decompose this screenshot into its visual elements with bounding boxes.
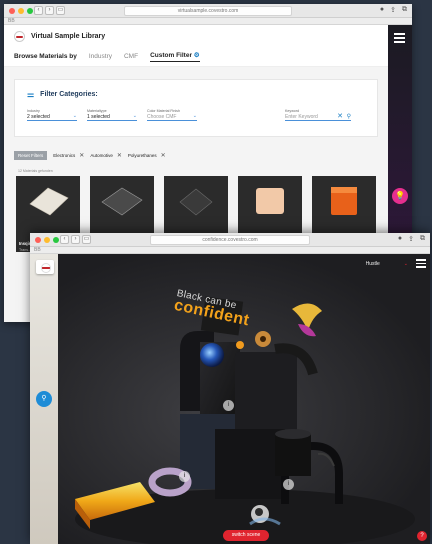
tab-custom-filter[interactable]: Custom Filter ⚙	[150, 51, 200, 62]
info-hotspot[interactable]: i	[223, 400, 234, 411]
share-icon[interactable]: ⇪	[408, 235, 414, 243]
address-bar[interactable]: confidence.covestro.com	[150, 235, 310, 245]
tab-industry[interactable]: Industry	[89, 53, 112, 60]
tab-custom-filter-label: Custom Filter	[150, 52, 192, 59]
back-icon[interactable]: ‹	[34, 6, 43, 15]
cmf-select[interactable]: Color Material Finish Choose CMF ⌄	[147, 109, 197, 121]
search-icon[interactable]: ⚲	[36, 391, 52, 407]
chip-polyurethanes[interactable]: Polyurethanes ✕	[128, 152, 166, 159]
info-hotspot[interactable]: i	[179, 471, 190, 482]
minimize-icon[interactable]	[44, 237, 50, 243]
chevron-down-icon[interactable]: ⌄	[404, 261, 408, 267]
close-icon[interactable]	[35, 237, 41, 243]
window-controls	[35, 237, 59, 243]
close-icon[interactable]	[9, 8, 15, 14]
window-controls	[9, 8, 33, 14]
search-icon[interactable]: ⚲	[347, 113, 351, 120]
info-hotspot[interactable]: i	[283, 479, 294, 490]
scene-objects	[75, 296, 415, 544]
bookmarks-bar: BB	[4, 18, 412, 25]
material-swatch	[101, 187, 143, 216]
cmf-select-value: Choose CMF	[147, 114, 177, 120]
tab-cmf[interactable]: CMF	[124, 53, 138, 60]
nav-item-hustle[interactable]: Hustle	[366, 261, 380, 267]
maximize-icon[interactable]	[27, 8, 33, 14]
forward-icon[interactable]: ›	[45, 6, 54, 15]
chip-electronics[interactable]: Electronics ✕	[53, 152, 84, 159]
browse-by-label: Browse Materials by	[14, 53, 77, 60]
chip-label: Polyurethanes	[127, 153, 157, 158]
keyword-field[interactable]: Keyword Enter Keyword ✕ ⚲	[285, 109, 351, 121]
material-swatch	[256, 188, 284, 214]
active-filters: Reset Filters Electronics ✕ Automotive ✕ P…	[14, 151, 166, 160]
scene-nav: Hustle ⌄	[366, 261, 408, 267]
sidebar-icon[interactable]: ▭	[82, 235, 91, 244]
remove-icon[interactable]: ✕	[117, 152, 122, 159]
covestro-logo[interactable]	[14, 30, 25, 42]
menu-icon[interactable]	[394, 33, 405, 45]
extension-icon[interactable]: ●	[398, 235, 402, 243]
browser-toolbar: ‹ › ▭ virtualsample.covestro.com ● ⇪ ⧉	[4, 4, 412, 18]
minimize-icon[interactable]	[18, 8, 24, 14]
industry-select[interactable]: Industry 2 selected ⌄	[27, 109, 77, 121]
sidebar-icon[interactable]: ▭	[56, 6, 65, 15]
material-swatch	[331, 187, 357, 215]
remove-icon[interactable]: ✕	[79, 152, 84, 159]
forward-icon[interactable]: ›	[71, 235, 80, 244]
result-count: 12 Materials gefunden	[18, 169, 53, 173]
confidence-window: ‹ › ▭ confidence.covestro.com ● ⇪ ⧉ BB ⚲…	[30, 233, 430, 544]
extension-icon[interactable]: ●	[380, 6, 384, 14]
industry-select-value: 2 selected	[27, 114, 50, 120]
material-swatch	[29, 187, 69, 216]
bookmarks-bar: BB	[30, 247, 430, 254]
left-panel: ⚲	[30, 254, 58, 544]
switch-scene-button[interactable]: switch scene	[223, 530, 269, 541]
materialtype-select[interactable]: Materialtype 1 selected ⌄	[87, 109, 137, 121]
material-swatch	[179, 188, 213, 216]
maximize-icon[interactable]	[53, 237, 59, 243]
address-bar[interactable]: virtualsample.covestro.com	[124, 6, 292, 16]
chevron-down-icon: ⌄	[132, 113, 137, 119]
chevron-down-icon: ⌄	[192, 113, 197, 119]
filter-panel: ⚌ Filter Categories: Industry 2 selected…	[14, 79, 378, 137]
filter-categories-title: Filter Categories:	[40, 91, 98, 98]
chevron-down-icon: ⌄	[72, 113, 77, 119]
help-icon[interactable]: ?	[417, 531, 427, 541]
chip-label: Electronics	[53, 153, 76, 158]
share-icon[interactable]: ⇪	[390, 6, 396, 14]
lightbulb-icon[interactable]: 💡	[392, 188, 408, 204]
reset-filters-button[interactable]: Reset Filters	[14, 151, 48, 160]
tabs-icon[interactable]: ⧉	[402, 6, 407, 14]
tabs-icon[interactable]: ⧉	[420, 235, 425, 243]
filter-categories-icon: ⚌	[27, 90, 35, 99]
browser-toolbar: ‹ › ▭ confidence.covestro.com ● ⇪ ⧉	[30, 233, 430, 247]
filter-icon: ⚙	[193, 52, 200, 59]
site-header: Virtual Sample Library	[4, 25, 388, 47]
3d-scene[interactable]: ⚲ Hustle ⌄ Black can be confident i i i …	[30, 254, 430, 544]
back-icon[interactable]: ‹	[60, 235, 69, 244]
materialtype-select-value: 1 selected	[87, 114, 110, 120]
chip-automotive[interactable]: Automotive ✕	[90, 152, 122, 159]
chip-label: Automotive	[90, 153, 113, 158]
menu-icon[interactable]	[416, 259, 426, 270]
remove-icon[interactable]: ✕	[161, 152, 166, 159]
site-title: Virtual Sample Library	[31, 32, 106, 40]
covestro-logo[interactable]	[36, 260, 54, 274]
browse-tabs: Browse Materials by Industry CMF Custom …	[4, 47, 388, 67]
clear-icon[interactable]: ✕	[337, 112, 343, 120]
